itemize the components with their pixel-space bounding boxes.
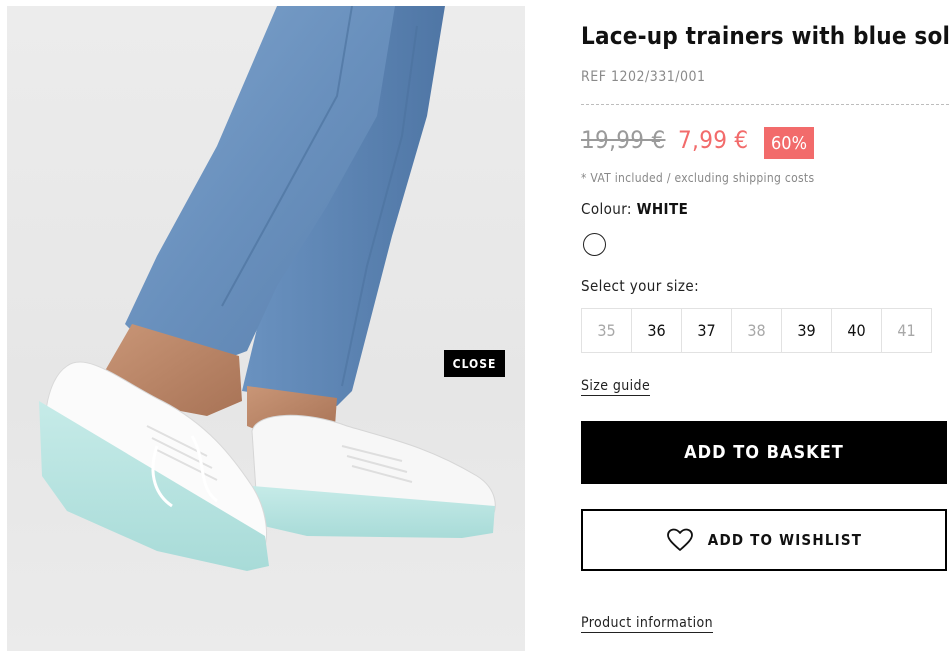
colour-swatch-white[interactable] bbox=[583, 233, 606, 256]
size-option-37[interactable]: 37 bbox=[681, 308, 732, 353]
size-guide-link[interactable]: Size guide bbox=[581, 378, 651, 396]
add-to-wishlist-button[interactable]: ADD TO WISHLIST bbox=[581, 509, 947, 571]
original-price: 19,99 € bbox=[581, 126, 666, 154]
discount-badge: 60% bbox=[764, 127, 814, 159]
product-title: Lace-up trainers with blue soles bbox=[581, 22, 949, 50]
product-photo-illustration bbox=[39, 6, 496, 571]
size-option-38[interactable]: 38 bbox=[731, 308, 782, 353]
product-details: Lace-up trainers with blue soles REF 120… bbox=[581, 0, 949, 651]
divider bbox=[581, 104, 949, 105]
heart-icon bbox=[666, 528, 694, 552]
size-option-41[interactable]: 41 bbox=[881, 308, 932, 353]
size-option-36[interactable]: 36 bbox=[631, 308, 682, 353]
product-ref: REF 1202/331/001 bbox=[581, 69, 706, 85]
size-select-label: Select your size: bbox=[581, 277, 700, 295]
wishlist-label: ADD TO WISHLIST bbox=[707, 531, 863, 549]
close-button[interactable]: CLOSE bbox=[444, 350, 505, 377]
size-option-39[interactable]: 39 bbox=[781, 308, 832, 353]
sale-price: 7,99 € bbox=[678, 126, 749, 154]
colour-row: Colour: WHITE bbox=[581, 200, 688, 218]
size-options: 35 36 37 38 39 40 41 bbox=[581, 308, 932, 353]
size-option-35[interactable]: 35 bbox=[581, 308, 632, 353]
colour-label: Colour: bbox=[581, 200, 632, 218]
vat-note: * VAT included / excluding shipping cost… bbox=[581, 171, 815, 185]
add-to-basket-button[interactable]: ADD TO BASKET bbox=[581, 421, 947, 484]
colour-value: WHITE bbox=[636, 200, 689, 218]
product-image: CLOSE bbox=[7, 6, 525, 651]
size-option-40[interactable]: 40 bbox=[831, 308, 882, 353]
product-information-link[interactable]: Product information bbox=[581, 615, 714, 633]
